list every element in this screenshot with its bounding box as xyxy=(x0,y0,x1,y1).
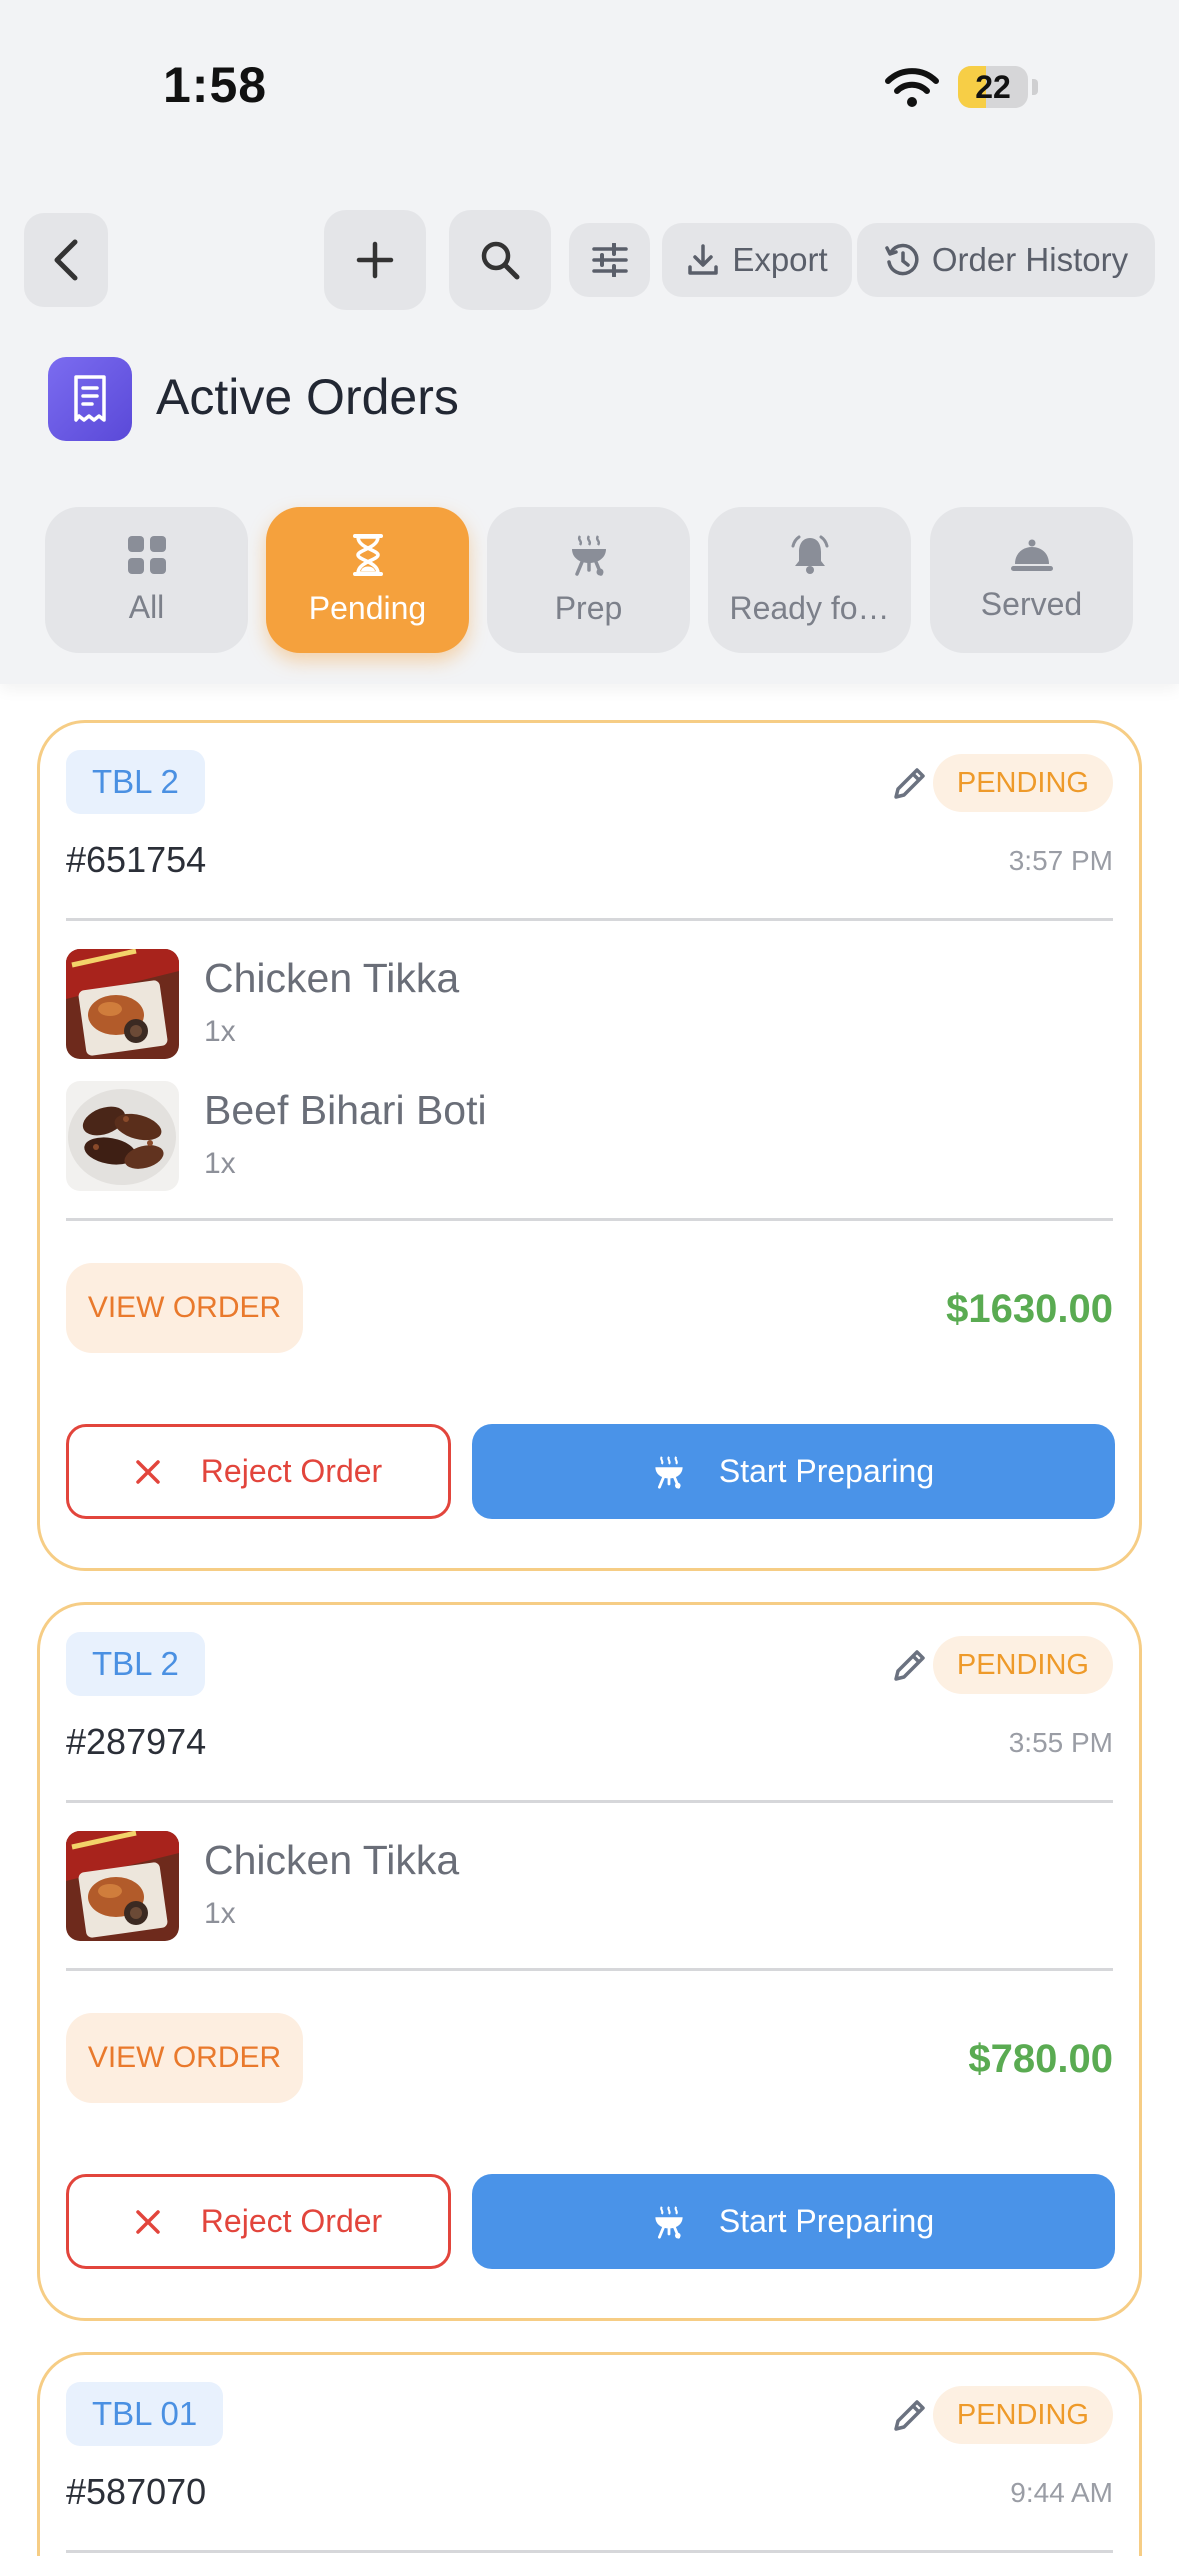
page-title: Active Orders xyxy=(156,369,459,425)
battery-indicator: 22 xyxy=(958,66,1028,108)
divider xyxy=(66,1800,1113,1803)
order-history-label: Order History xyxy=(931,241,1129,278)
divider xyxy=(66,1218,1113,1221)
item-quantity: 1x xyxy=(204,1015,236,1048)
tab-ready[interactable]: Ready fo… xyxy=(708,507,911,653)
wifi-icon xyxy=(885,68,939,107)
order-id: #587070 xyxy=(66,2471,207,2512)
battery-tip xyxy=(1032,79,1038,95)
order-time: 3:55 PM xyxy=(1008,1727,1113,1758)
edit-icon[interactable] xyxy=(890,1645,930,1685)
divider xyxy=(66,2550,1113,2553)
tab-label: All xyxy=(128,588,165,625)
filter-settings-button[interactable] xyxy=(569,223,650,297)
edit-icon[interactable] xyxy=(890,2395,930,2435)
search-icon xyxy=(481,241,520,280)
battery-level: 22 xyxy=(975,68,1011,105)
grill-icon xyxy=(655,1455,683,1489)
order-id: #651754 xyxy=(66,839,207,880)
history-icon xyxy=(885,243,919,276)
beef-bihari-boti-image xyxy=(66,1081,179,1191)
tab-label: Pending xyxy=(308,589,427,626)
reject-order-label: Reject Order xyxy=(200,1453,383,1489)
divider xyxy=(66,1968,1113,1971)
receipt-icon xyxy=(48,357,132,441)
edit-icon[interactable] xyxy=(890,763,930,803)
order-card: TBL 2 PENDING #287974 3:55 PM Chicken Ti… xyxy=(37,1602,1142,2321)
add-order-button[interactable] xyxy=(324,210,426,310)
item-quantity: 1x xyxy=(204,1897,236,1930)
status-badge: PENDING xyxy=(932,2386,1113,2444)
order-total: $1630.00 xyxy=(946,1287,1113,1331)
tab-pending[interactable]: Pending xyxy=(266,507,469,653)
list-item: Chicken Tikka 1x xyxy=(66,1831,1066,1941)
status-badge: PENDING xyxy=(932,1636,1113,1694)
reject-order-label: Reject Order xyxy=(200,2203,383,2239)
grid-icon xyxy=(127,535,166,574)
close-icon xyxy=(136,1459,160,1484)
chicken-tikka-image xyxy=(66,1831,179,1941)
hourglass-icon xyxy=(352,533,383,576)
status-badge: PENDING xyxy=(932,754,1113,812)
download-icon xyxy=(688,244,719,275)
list-item: Beef Bihari Boti 1x xyxy=(66,1081,1066,1191)
reject-order-button[interactable]: Reject Order xyxy=(66,1424,451,1519)
tab-all[interactable]: All xyxy=(45,507,248,653)
close-icon xyxy=(136,2209,160,2234)
reject-order-button[interactable]: Reject Order xyxy=(66,2174,451,2269)
tab-prep[interactable]: Prep xyxy=(487,507,690,653)
table-badge: TBL 2 xyxy=(66,1632,205,1696)
status-time: 1:58 xyxy=(163,57,268,113)
search-button[interactable] xyxy=(449,210,551,310)
divider xyxy=(66,918,1113,921)
tab-served[interactable]: Served xyxy=(930,507,1133,653)
tab-label: Ready fo… xyxy=(729,589,890,626)
bell-icon xyxy=(791,535,828,574)
export-button[interactable]: Export xyxy=(662,223,852,297)
grill-icon xyxy=(571,534,606,576)
back-arrow-icon xyxy=(54,239,78,281)
start-preparing-label: Start Preparing xyxy=(718,2203,935,2239)
view-order-button[interactable]: VIEW ORDER xyxy=(66,1263,303,1353)
start-preparing-button[interactable]: Start Preparing xyxy=(472,2174,1115,2269)
plus-icon xyxy=(356,241,394,279)
start-preparing-button[interactable]: Start Preparing xyxy=(472,1424,1115,1519)
list-item: Chicken Tikka 1x xyxy=(66,949,1066,1059)
sliders-icon xyxy=(591,243,628,277)
item-quantity: 1x xyxy=(204,1147,236,1180)
order-time: 3:57 PM xyxy=(1008,845,1113,876)
tab-label: Served xyxy=(980,585,1083,622)
cloche-icon xyxy=(1010,539,1053,571)
export-label: Export xyxy=(732,241,828,278)
chicken-tikka-image xyxy=(66,949,179,1059)
order-total: $780.00 xyxy=(968,2037,1113,2081)
order-card: TBL 2 PENDING #651754 3:57 PM Chicken Ti… xyxy=(37,720,1142,1571)
back-button[interactable] xyxy=(24,213,108,307)
table-badge: TBL 2 xyxy=(66,750,205,814)
view-order-button[interactable]: VIEW ORDER xyxy=(66,2013,303,2103)
grill-icon xyxy=(655,2205,683,2239)
item-name: Chicken Tikka xyxy=(204,955,460,1001)
item-name: Chicken Tikka xyxy=(204,1837,460,1883)
order-card: TBL 01 PENDING #587070 9:44 AM xyxy=(37,2352,1142,2556)
order-history-button[interactable]: Order History xyxy=(857,223,1155,297)
tab-label: Prep xyxy=(554,589,623,626)
table-badge: TBL 01 xyxy=(66,2382,224,2446)
order-id: #287974 xyxy=(66,1721,207,1762)
start-preparing-label: Start Preparing xyxy=(718,1453,935,1489)
item-name: Beef Bihari Boti xyxy=(204,1087,487,1133)
order-time: 9:44 AM xyxy=(1010,2477,1113,2508)
